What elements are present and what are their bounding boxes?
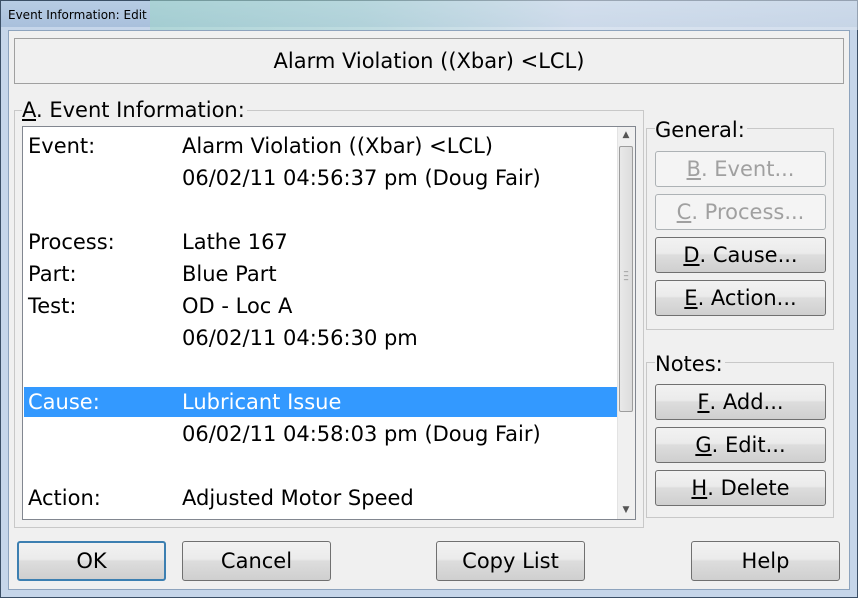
scroll-down-arrow-icon[interactable]: ▼	[619, 503, 633, 517]
list-item[interactable]: Test: OD - Loc A	[24, 291, 617, 321]
event-title: Alarm Violation ((Xbar) <LCL)	[273, 49, 585, 73]
list-item[interactable]: Action: Adjusted Motor Speed	[24, 483, 617, 513]
list-item-selected[interactable]: Cause: Lubricant Issue	[24, 387, 617, 417]
list-item[interactable]: Process: Lathe 167	[24, 227, 617, 257]
scrollbar-grip-icon: ‒ ‒ ‒	[623, 267, 629, 284]
event-information-list[interactable]: Event: Alarm Violation ((Xbar) <LCL) 06/0…	[22, 126, 636, 520]
help-button[interactable]: Help	[691, 541, 840, 581]
event-title-banner: Alarm Violation ((Xbar) <LCL)	[14, 38, 844, 84]
list-item[interactable]: Part: Blue Part	[24, 259, 617, 289]
add-note-button[interactable]: F. Add...	[655, 384, 826, 420]
list-item[interactable]: 06/02/11 04:58:03 pm (Doug Fair)	[24, 419, 617, 449]
copy-list-button[interactable]: Copy List	[436, 541, 585, 581]
process-button[interactable]: C. Process...	[655, 194, 826, 230]
action-button[interactable]: E. Action...	[655, 280, 826, 316]
notes-label: Notes:	[655, 352, 725, 376]
list-item[interactable]	[24, 195, 617, 225]
title-bar-background	[150, 0, 858, 30]
cancel-button[interactable]: Cancel	[182, 541, 331, 581]
window-title: Event Information: Edit	[8, 8, 147, 22]
general-label: General:	[655, 118, 747, 142]
edit-note-button[interactable]: G. Edit...	[655, 427, 826, 463]
delete-note-button[interactable]: H. Delete	[655, 470, 826, 506]
scroll-up-arrow-icon[interactable]: ▲	[619, 128, 633, 142]
list-item[interactable]	[24, 451, 617, 481]
event-information-label: A. Event Information:	[22, 98, 247, 122]
list-item[interactable]	[24, 355, 617, 385]
event-button[interactable]: B. Event...	[655, 151, 826, 187]
list-item[interactable]: Event: Alarm Violation ((Xbar) <LCL)	[24, 131, 617, 161]
list-item[interactable]: 06/02/11 04:56:30 pm	[24, 323, 617, 353]
list-item[interactable]: 06/02/11 04:56:37 pm (Doug Fair)	[24, 163, 617, 193]
ok-button[interactable]: OK	[17, 541, 166, 581]
cause-button[interactable]: D. Cause...	[655, 237, 826, 273]
